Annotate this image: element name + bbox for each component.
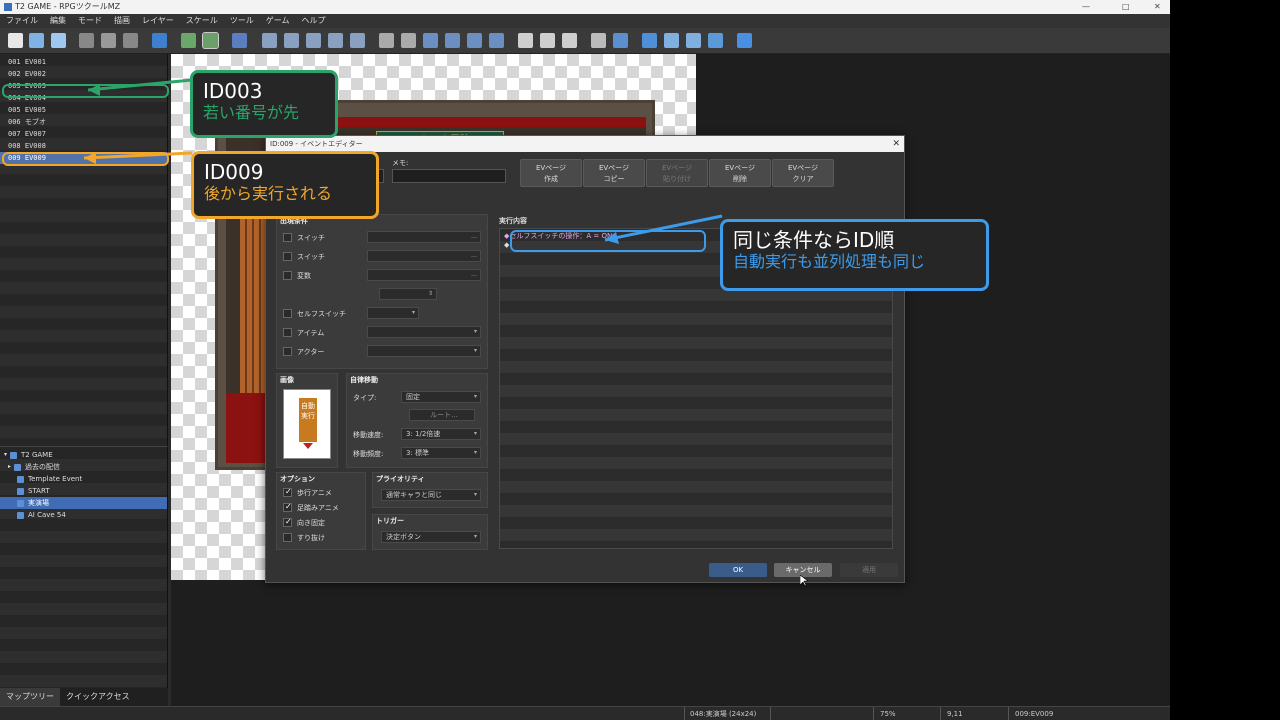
callout-id-order-text: 自動実行も並列処理も同じ bbox=[733, 252, 926, 271]
callout-id-order: 同じ条件ならID順 自動実行も並列処理も同じ bbox=[720, 219, 989, 291]
callout-id009: ID009 後から実行される bbox=[191, 151, 379, 219]
callout-id003-title: ID003 bbox=[203, 79, 263, 103]
background-margin bbox=[1170, 0, 1280, 720]
callout-id003-text: 若い番号が先 bbox=[203, 103, 300, 122]
highlight-ev009 bbox=[2, 152, 169, 166]
highlight-exec-line bbox=[510, 230, 706, 252]
callout-id009-text: 後から実行される bbox=[204, 184, 333, 203]
callout-id003: ID003 若い番号が先 bbox=[190, 70, 338, 138]
callout-id-order-title: 同じ条件ならID順 bbox=[733, 228, 895, 252]
highlight-ev003 bbox=[2, 84, 169, 98]
app-window: T2 GAME - RPGツクールMZ — □ ✕ ファイル 編集 モード 描画… bbox=[0, 0, 1170, 720]
callout-id009-title: ID009 bbox=[204, 160, 264, 184]
annotation-arrows bbox=[83, 78, 723, 244]
